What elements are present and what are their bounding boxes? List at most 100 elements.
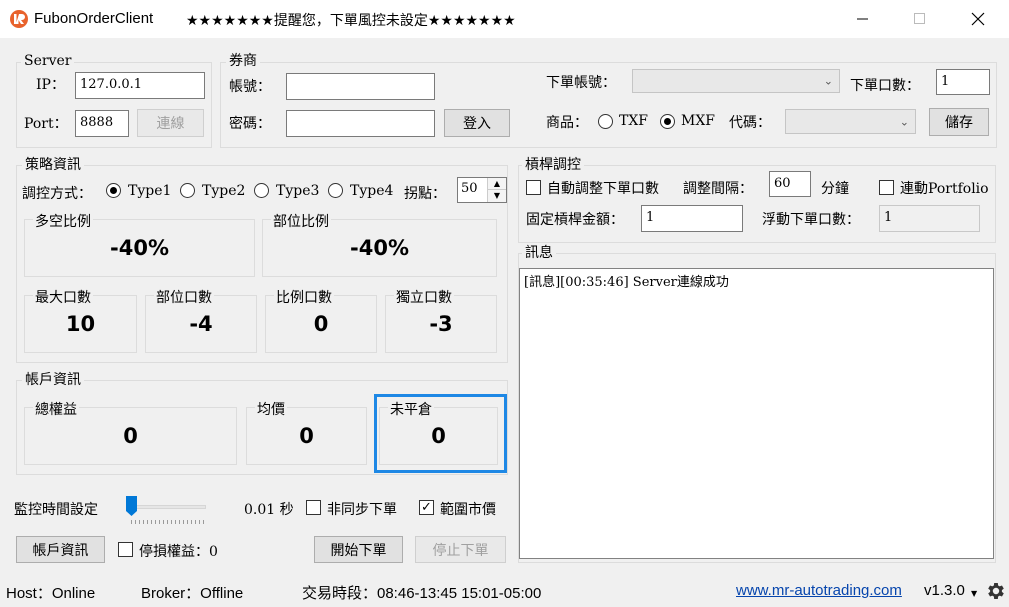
product-radio-mxf[interactable] (660, 114, 675, 129)
close-button[interactable] (955, 0, 1001, 38)
long-short-ratio-value: -40% (110, 236, 169, 260)
host-status: Host：Online (6, 585, 96, 602)
trading-session: 交易時段：08:46-13:45 15:01-05:00 (302, 585, 542, 602)
gear-icon[interactable] (985, 580, 1007, 602)
server-group-label: Server (21, 53, 75, 69)
equity-panel: 總權益 0 (24, 399, 237, 465)
float-qty-label: 浮動下單口數： (762, 212, 860, 228)
product-radio-txf[interactable] (598, 114, 613, 129)
version-dropdown-icon[interactable]: ▼ (971, 589, 977, 598)
ip-label: IP： (36, 77, 65, 93)
interval-unit: 分鐘 (821, 181, 849, 197)
position-ratio-label: 部位比例 (271, 211, 331, 231)
password-input[interactable] (286, 110, 435, 137)
stop-loss-checkbox[interactable] (118, 542, 133, 557)
account-label: 帳號： (229, 79, 271, 95)
auto-adjust-checkbox[interactable] (526, 180, 541, 195)
app-title: FubonOrderClient (34, 10, 154, 27)
position-qty-value: -4 (189, 312, 213, 336)
minimize-button[interactable] (840, 0, 886, 38)
spinner-up-icon[interactable]: ▲ (488, 178, 506, 190)
product-txf-label: TXF (619, 113, 649, 129)
range-market-checkbox[interactable]: ✓ (419, 500, 434, 515)
start-order-button[interactable]: 開始下單 (314, 536, 403, 563)
max-qty-label: 最大口數 (33, 287, 93, 307)
fixed-amount-label: 固定槓桿金額： (526, 212, 624, 228)
code-label: 代碼： (729, 115, 771, 131)
independent-qty-value: -3 (429, 312, 453, 336)
app-logo-icon (9, 9, 29, 29)
async-order-checkbox[interactable] (306, 500, 321, 515)
fixed-amount-input[interactable]: 1 (641, 205, 743, 232)
port-input[interactable]: 8888 (75, 110, 129, 137)
float-qty-input: 1 (879, 205, 980, 232)
independent-qty-label: 獨立口數 (394, 287, 454, 307)
close-icon (971, 12, 985, 26)
spinner-buttons[interactable]: ▲ ▼ (487, 178, 506, 202)
interval-label: 調整間隔： (683, 181, 753, 197)
avg-price-label: 均價 (255, 399, 287, 419)
save-button[interactable]: 儲存 (929, 108, 989, 136)
broker-group-label: 券商 (226, 53, 260, 69)
type3-radio[interactable] (254, 183, 269, 198)
port-label: Port： (24, 116, 68, 132)
slider-thumb[interactable] (126, 496, 137, 516)
account-input[interactable] (286, 73, 435, 100)
connect-button[interactable]: 連線 (137, 109, 204, 137)
minimize-icon (857, 18, 868, 20)
password-label: 密碼： (229, 116, 271, 132)
ip-input[interactable]: 127.0.0.1 (75, 72, 205, 99)
broker-status: Broker：Offline (141, 585, 244, 602)
avg-price-value: 0 (299, 424, 314, 448)
messages-group-label: 訊息 (522, 245, 556, 261)
link-portfolio-label: 連動Portfolio (900, 181, 989, 197)
monitor-time-slider[interactable] (126, 496, 206, 526)
async-order-label: 非同步下單 (327, 502, 397, 518)
type1-label: Type1 (128, 183, 172, 199)
version-label: v1.3.0 (924, 582, 965, 599)
long-short-ratio-label: 多空比例 (33, 211, 93, 231)
type4-radio[interactable] (328, 183, 343, 198)
ratio-qty-value: 0 (313, 312, 329, 336)
warning-message: ★★★★★★★提醒您，下單風控未設定★★★★★★★ (186, 13, 516, 29)
avg-price-panel: 均價 0 (246, 399, 367, 465)
monitor-time-label: 監控時間設定 (14, 502, 98, 518)
spinner-down-icon[interactable]: ▼ (488, 190, 506, 201)
position-qty-label: 部位口數 (154, 287, 214, 307)
order-qty-label: 下單口數： (850, 78, 920, 94)
position-qty-panel: 部位口數 -4 (145, 287, 257, 353)
ratio-qty-label: 比例口數 (274, 287, 334, 307)
range-market-label: 範圍市價 (440, 502, 496, 518)
type2-radio[interactable] (180, 183, 195, 198)
type1-radio[interactable] (106, 183, 121, 198)
order-account-select[interactable]: ⌄ (632, 69, 840, 93)
message-line: [訊息][00:35:46] Server連線成功 (524, 275, 729, 290)
type2-label: Type2 (202, 183, 246, 199)
chevron-down-icon: ⌄ (899, 115, 909, 128)
ratio-qty-panel: 比例口數 0 (265, 287, 377, 353)
product-mxf-label: MXF (681, 113, 716, 129)
order-qty-input[interactable]: 1 (936, 69, 990, 95)
order-account-label: 下單帳號： (546, 75, 616, 91)
message-log[interactable]: [訊息][00:35:46] Server連線成功 (519, 268, 994, 559)
open-position-label: 未平倉 (388, 399, 434, 419)
type4-label: Type4 (350, 183, 394, 199)
interval-input[interactable]: 60 (769, 171, 811, 197)
position-ratio-value: -40% (350, 236, 409, 260)
login-button[interactable]: 登入 (444, 109, 510, 137)
account-info-button[interactable]: 帳戶資訊 (16, 536, 105, 563)
monitor-time-value: 0.01 秒 (244, 502, 294, 518)
stop-order-button[interactable]: 停止下單 (415, 536, 506, 563)
independent-qty-panel: 獨立口數 -3 (385, 287, 497, 353)
leverage-group-label: 槓桿調控 (522, 157, 584, 173)
code-select[interactable]: ⌄ (785, 109, 916, 134)
strategy-group-label: 策略資訊 (22, 157, 84, 173)
website-link[interactable]: www.mr-autotrading.com (736, 582, 902, 599)
equity-label: 總權益 (33, 399, 79, 419)
stop-loss-label: 停損權益：0 (139, 544, 218, 560)
link-portfolio-checkbox[interactable] (879, 180, 894, 195)
product-label: 商品： (546, 115, 588, 131)
maximize-button[interactable] (897, 0, 943, 38)
max-qty-panel: 最大口數 10 (24, 287, 137, 353)
position-ratio-panel: 部位比例 -40% (262, 211, 497, 277)
